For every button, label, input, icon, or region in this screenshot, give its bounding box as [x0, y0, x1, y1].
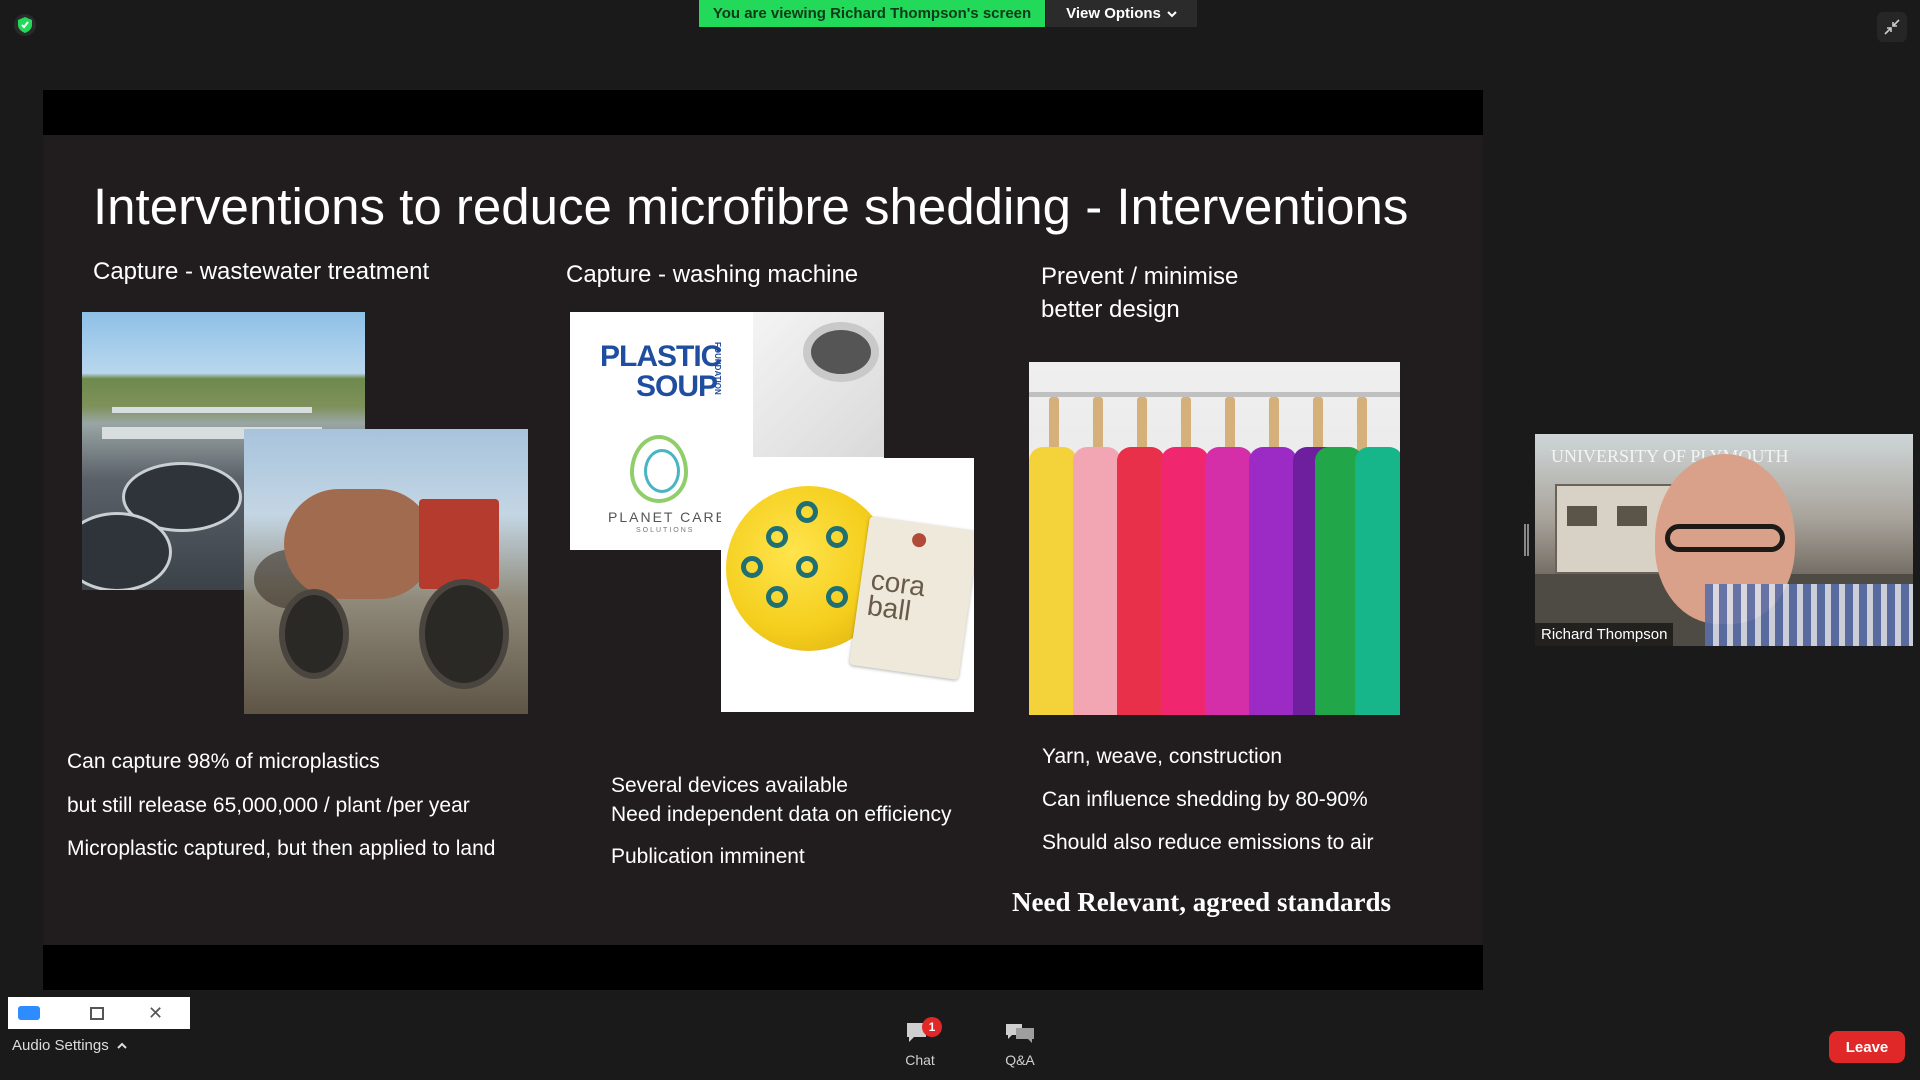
chat-label: Chat [905, 1052, 935, 1068]
bullet-yarn-weave: Yarn, weave, construction [1042, 745, 1283, 768]
plastic-soup-logo: PLASTIC SOUP [600, 340, 722, 403]
viewing-screen-banner: You are viewing Richard Thompson's scree… [699, 0, 1045, 27]
view-options-button[interactable]: View Options [1045, 0, 1197, 27]
zoom-meeting-window: You are viewing Richard Thompson's scree… [0, 0, 1920, 1080]
audio-settings-label: Audio Settings [12, 1037, 109, 1054]
bullet-influence-shedding: Can influence shedding by 80-90% [1042, 788, 1368, 811]
qa-button[interactable]: Q&A [984, 1020, 1056, 1078]
chat-icon: 1 [904, 1017, 942, 1046]
column-heading-wastewater: Capture - wastewater treatment [93, 258, 430, 285]
maximize-icon[interactable] [90, 1006, 104, 1020]
bullet-still-release: but still release 65,000,000 / plant /pe… [67, 794, 470, 817]
audio-settings-button[interactable]: Audio Settings [12, 1037, 127, 1054]
presentation-slide: Interventions to reduce microfibre shedd… [43, 135, 1483, 945]
bullet-several-devices: Several devices available [611, 774, 848, 797]
panel-resize-handle[interactable] [1524, 524, 1529, 556]
shared-screen[interactable]: Interventions to reduce microfibre shedd… [43, 90, 1483, 990]
cora-ball-image: cora ball [721, 458, 974, 712]
clothes-rack-image [1029, 362, 1400, 715]
chat-button[interactable]: 1 Chat [884, 1017, 956, 1078]
slide-title: Interventions to reduce microfibre shedd… [93, 178, 1409, 235]
bullet-capture-98: Can capture 98% of microplastics [67, 750, 380, 773]
bullet-applied-to-land: Microplastic captured, but then applied … [67, 837, 496, 860]
bullet-publication: Publication imminent [611, 845, 805, 868]
participant-name: Richard Thompson [1535, 623, 1674, 646]
column-heading-prevent-line2: better design [1041, 296, 1180, 323]
leave-button[interactable]: Leave [1829, 1031, 1905, 1063]
qa-label: Q&A [1005, 1052, 1035, 1068]
chevron-up-icon [117, 1037, 127, 1054]
participant-video[interactable]: UNIVERSITY OF PLYMOUTH [1535, 434, 1913, 646]
zoom-app-icon[interactable] [18, 1006, 40, 1020]
cora-ball-logo: cora ball [865, 564, 928, 627]
view-options-label: View Options [1066, 5, 1161, 22]
exit-fullscreen-icon[interactable] [1877, 12, 1907, 42]
standards-note: Need Relevant, agreed standards [1012, 887, 1391, 917]
mini-window-controls: ✕ [8, 997, 190, 1029]
bullet-reduce-emissions: Should also reduce emissions to air [1042, 831, 1374, 854]
qa-icon [1004, 1020, 1036, 1046]
chat-badge: 1 [922, 1017, 942, 1037]
bullet-independent-data: Need independent data on efficiency [611, 803, 952, 826]
shield-icon[interactable] [14, 14, 36, 36]
planet-care-logo-icon [630, 435, 688, 503]
chevron-down-icon [1167, 5, 1177, 22]
tractor-spreading-image [244, 429, 528, 714]
close-icon[interactable]: ✕ [148, 1003, 163, 1024]
column-heading-prevent: Prevent / minimise [1041, 263, 1239, 290]
column-heading-washing-machine: Capture - washing machine [566, 261, 859, 288]
washing-machine-image [753, 312, 884, 457]
